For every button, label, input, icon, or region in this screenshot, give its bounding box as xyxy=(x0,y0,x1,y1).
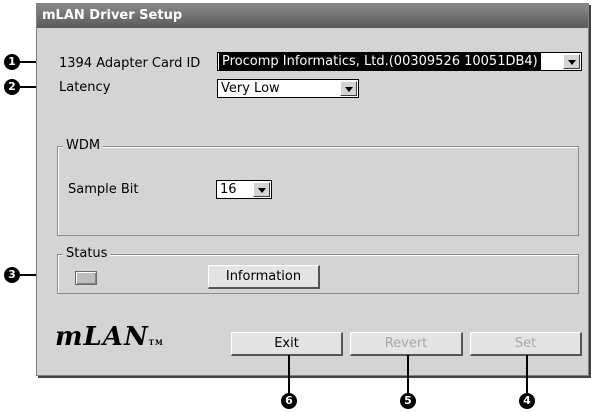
latency-label: Latency xyxy=(59,80,111,95)
information-button[interactable]: Information xyxy=(208,265,320,289)
callout-6: 6 xyxy=(281,393,297,409)
mlan-logo-tm: TM xyxy=(148,338,164,347)
callout-5: 5 xyxy=(400,393,416,409)
chevron-down-icon[interactable] xyxy=(563,54,580,69)
wdm-group-title: WDM xyxy=(63,138,104,153)
wdm-group: WDM Sample Bit 16 xyxy=(57,138,579,236)
status-group: Status Information xyxy=(57,246,579,294)
chevron-down-icon[interactable] xyxy=(253,182,270,197)
revert-button[interactable]: Revert xyxy=(350,332,463,356)
exit-button[interactable]: Exit xyxy=(231,332,343,356)
title-bar: mLAN Driver Setup xyxy=(37,4,588,28)
mlan-logo: mLANTM xyxy=(55,322,164,352)
latency-dropdown[interactable]: Very Low xyxy=(217,79,359,98)
set-button[interactable]: Set xyxy=(470,332,582,356)
mlan-driver-setup-window: mLAN Driver Setup 1394 Adapter Card ID P… xyxy=(36,3,589,376)
mlan-logo-text: mLAN xyxy=(55,322,149,352)
callout-6-leader xyxy=(288,355,290,393)
callout-4-leader xyxy=(526,355,528,393)
status-group-title: Status xyxy=(63,246,111,261)
sample-bit-label: Sample Bit xyxy=(68,182,139,197)
adapter-card-id-value: Procomp Informatics, Ltd.(00309526 10051… xyxy=(219,53,541,70)
sample-bit-dropdown[interactable]: 16 xyxy=(216,180,272,199)
callout-3: 3 xyxy=(4,267,20,283)
callout-2: 2 xyxy=(4,79,20,95)
chevron-down-icon[interactable] xyxy=(340,81,357,96)
latency-value: Very Low xyxy=(221,81,280,96)
adapter-card-id-dropdown[interactable]: Procomp Informatics, Ltd.(00309526 10051… xyxy=(217,52,582,71)
callout-1: 1 xyxy=(4,54,20,70)
adapter-card-id-label: 1394 Adapter Card ID xyxy=(59,56,201,71)
sample-bit-value: 16 xyxy=(220,182,237,197)
callout-5-leader xyxy=(407,355,409,393)
callout-4: 4 xyxy=(519,393,535,409)
status-indicator-icon xyxy=(75,271,97,285)
